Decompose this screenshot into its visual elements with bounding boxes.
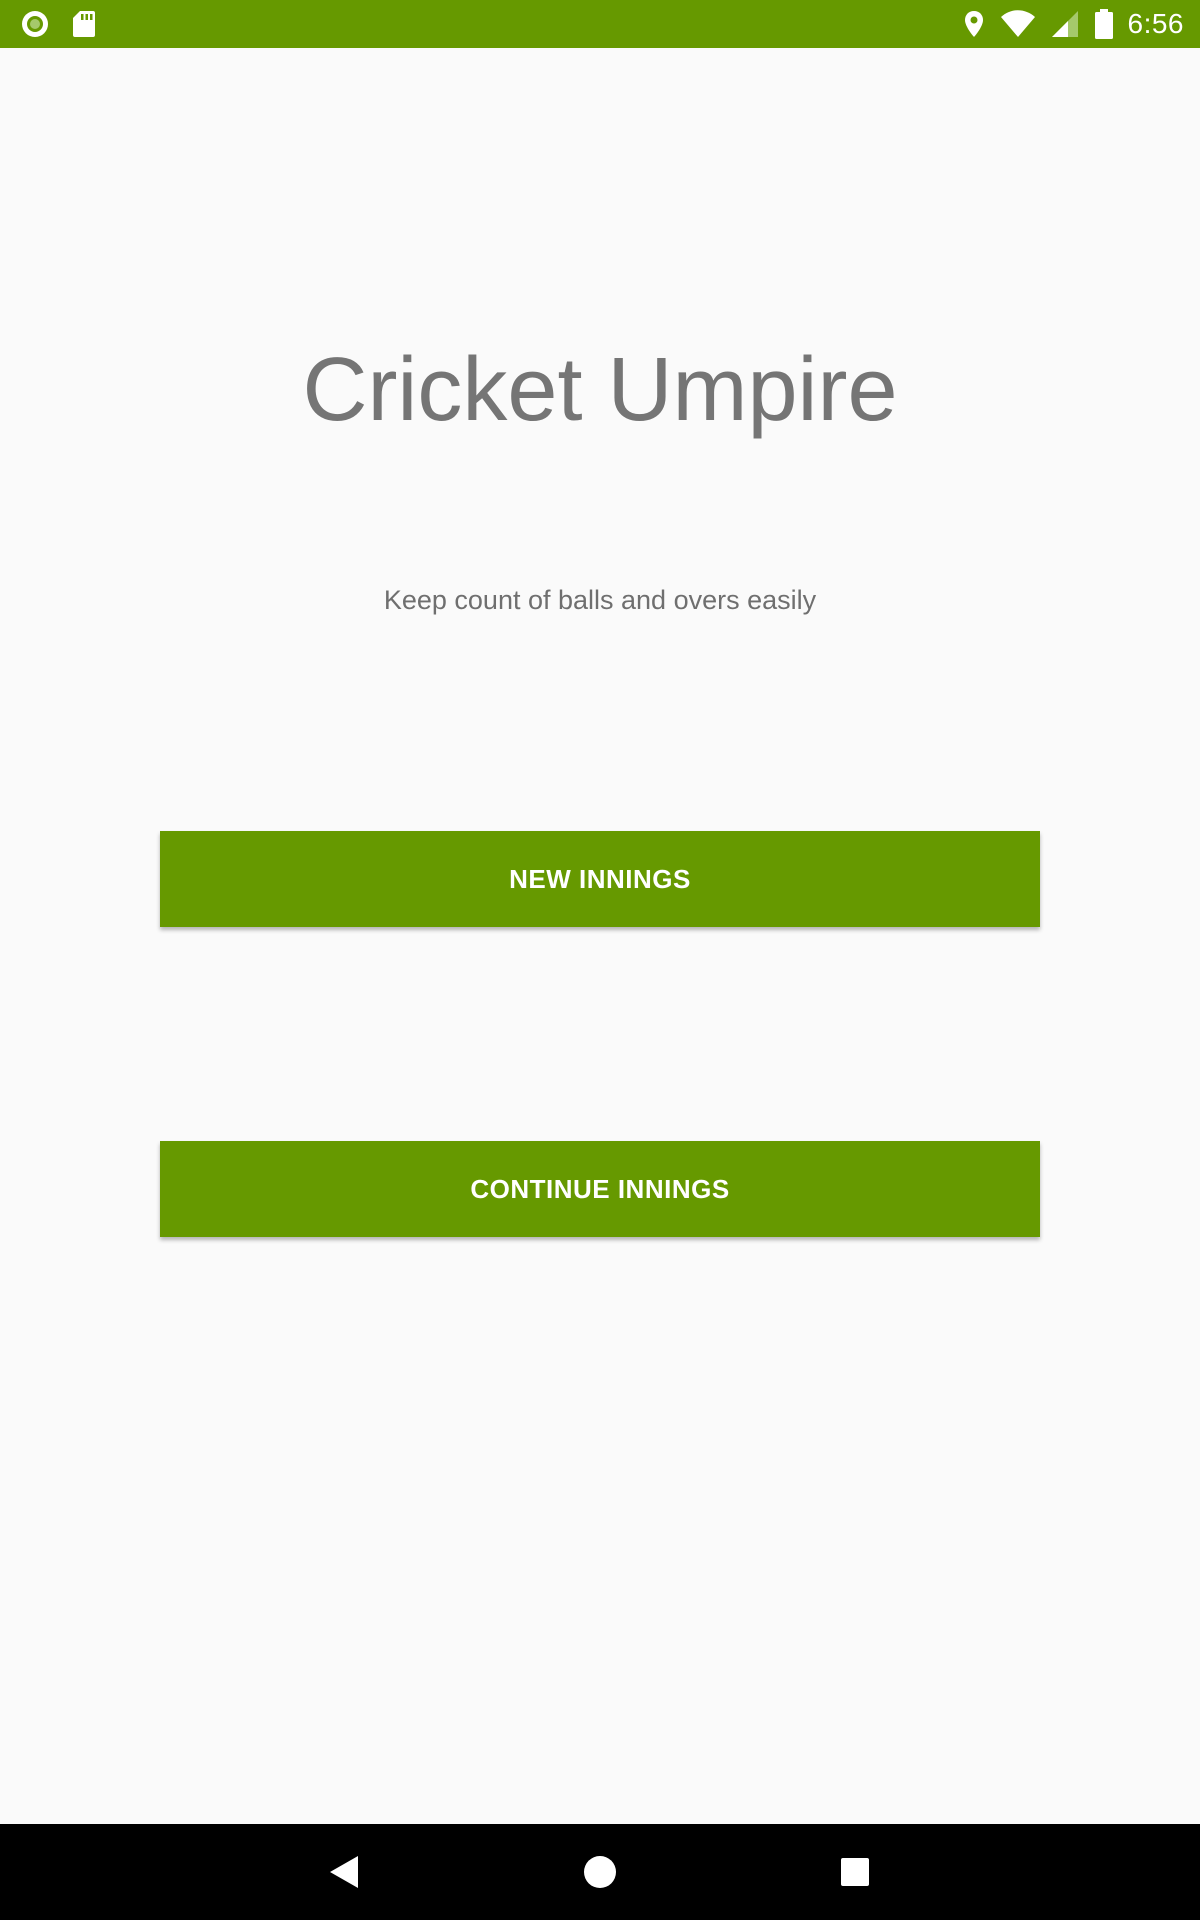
status-bar: 6:56 [0, 0, 1200, 48]
navigation-bar [0, 1824, 1200, 1920]
app-screen: 6:56 Cricket Umpire Keep count of balls … [0, 0, 1200, 1920]
new-innings-button[interactable]: NEW INNINGS [160, 831, 1040, 927]
battery-icon [1094, 8, 1114, 40]
recents-square-icon [840, 1857, 870, 1887]
nav-home-button[interactable] [545, 1824, 655, 1920]
continue-innings-button[interactable]: CONTINUE INNINGS [160, 1141, 1040, 1237]
status-time: 6:56 [1127, 8, 1184, 39]
sd-card-icon [72, 9, 96, 39]
location-pin-icon [962, 9, 986, 39]
app-subtitle: Keep count of balls and overs easily [383, 585, 817, 615]
status-left-icons [20, 0, 96, 48]
wifi-icon [1000, 9, 1036, 39]
back-triangle-icon [327, 1854, 361, 1890]
cell-signal-icon [1050, 9, 1080, 39]
nav-back-button[interactable] [289, 1824, 399, 1920]
app-title: Cricket Umpire [302, 340, 898, 440]
home-circle-icon [583, 1855, 617, 1889]
nav-recents-button[interactable] [800, 1824, 910, 1920]
circle-record-icon [20, 9, 50, 39]
status-right-icons: 6:56 [962, 0, 1185, 48]
